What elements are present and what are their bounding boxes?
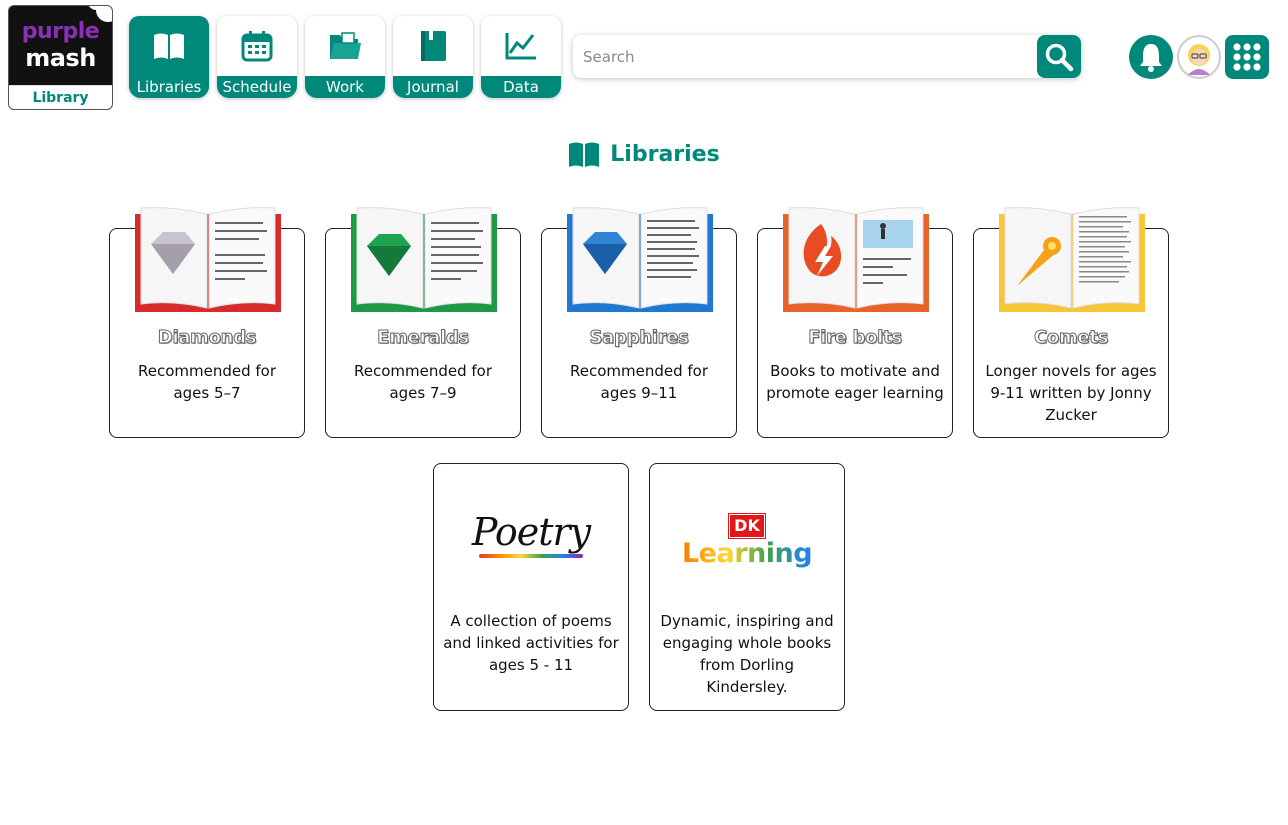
nav-label: Data: [481, 76, 561, 98]
book-cover-icon: [567, 207, 713, 312]
library-name: Comets: [1033, 327, 1109, 349]
search-bar: [573, 35, 1081, 78]
nav-label: Schedule: [217, 76, 297, 98]
library-card-diamonds[interactable]: Diamonds Recommended for ages 5–7: [109, 207, 305, 438]
book-icon: [129, 28, 209, 64]
search-input[interactable]: [583, 35, 1033, 78]
folder-icon: [305, 28, 385, 64]
nav-label: Libraries: [129, 76, 209, 98]
dk-learning-logo: DK Learning: [650, 513, 844, 569]
library-description: Recommended for ages 7–9: [353, 362, 493, 402]
purple-mash-logo[interactable]: purple mash Library: [8, 5, 113, 110]
nav-work[interactable]: Work: [305, 16, 385, 98]
dk-badge: DK: [728, 513, 766, 539]
library-name: Sapphires: [589, 327, 689, 349]
collection-card-poetry[interactable]: Poetry A collection of poems and linked …: [433, 463, 629, 711]
poetry-logo-text: Poetry: [471, 510, 591, 554]
logo-word-mash: mash: [25, 44, 96, 72]
avatar-icon: [1188, 44, 1210, 75]
book-cover-icon: [351, 207, 497, 312]
grid-icon: [1233, 43, 1261, 71]
library-name: Emeralds: [377, 327, 470, 349]
page-heading: Libraries: [0, 140, 1288, 168]
book-icon: [569, 142, 600, 167]
bell-icon: [1140, 44, 1162, 72]
collection-card-dk-learning[interactable]: DK Learning Dynamic, inspiring and engag…: [649, 463, 845, 711]
logo-word-purple: purple: [21, 19, 100, 44]
book-cover-icon: [999, 207, 1145, 312]
nav-label: Work: [305, 76, 385, 98]
book-cover-icon: [135, 207, 281, 312]
collection-description: A collection of poems and linked activit…: [443, 612, 619, 674]
library-description: Recommended for ages 9–11: [569, 362, 709, 402]
search-button[interactable]: [1037, 35, 1081, 78]
nav-libraries[interactable]: Libraries: [129, 16, 209, 98]
collection-description: Dynamic, inspiring and engaging whole bo…: [660, 612, 834, 696]
chart-icon: [481, 28, 561, 64]
library-card-sapphires[interactable]: Sapphires Recommended for ages 9–11: [541, 207, 737, 438]
journal-icon: [393, 28, 473, 64]
search-icon: [1045, 43, 1074, 71]
book-cover-icon: [783, 207, 929, 312]
logo-tagline: Library: [9, 85, 112, 109]
poetry-logo: Poetry: [434, 510, 628, 558]
library-name: Fire bolts: [808, 327, 903, 349]
notifications-button[interactable]: [1129, 35, 1173, 79]
calendar-icon: [217, 28, 297, 64]
dk-learning-text: Learning: [650, 538, 844, 569]
library-description: Recommended for ages 5–7: [137, 362, 277, 402]
library-card-emeralds[interactable]: Emeralds Recommended for ages 7–9: [325, 207, 521, 438]
user-avatar[interactable]: [1177, 35, 1221, 79]
nav-schedule[interactable]: Schedule: [217, 16, 297, 98]
nav-label: Journal: [393, 76, 473, 98]
nav-data[interactable]: Data: [481, 16, 561, 98]
library-description: Longer novels for ages 9-11 written by J…: [985, 362, 1157, 424]
library-description: Books to motivate and promote eager lear…: [766, 362, 944, 402]
page-title: Libraries: [610, 141, 720, 167]
nav-journal[interactable]: Journal: [393, 16, 473, 98]
rainbow-underline: [479, 554, 583, 558]
apps-menu-button[interactable]: [1225, 35, 1269, 79]
library-name: Diamonds: [157, 327, 257, 349]
library-card-fire-bolts[interactable]: Fire bolts Books to motivate and promote…: [757, 207, 953, 438]
main-nav: Libraries Schedule Work Journal Data: [129, 16, 561, 98]
library-card-comets[interactable]: Comets Longer novels for ages 9-11 writt…: [973, 207, 1169, 438]
